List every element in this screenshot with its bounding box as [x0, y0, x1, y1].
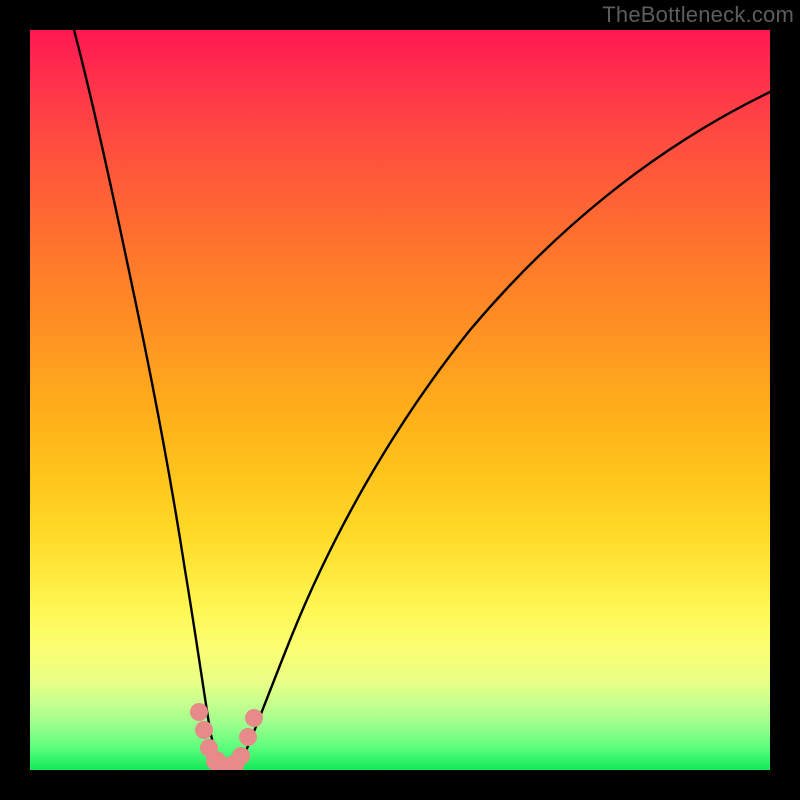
marker-group — [190, 703, 263, 770]
plot-area — [30, 30, 770, 770]
marker-dot — [195, 721, 213, 739]
marker-dot — [239, 728, 257, 746]
marker-dot — [232, 747, 250, 765]
chart-frame: TheBottleneck.com — [0, 0, 800, 800]
marker-dot — [245, 709, 263, 727]
watermark-text: TheBottleneck.com — [602, 2, 794, 28]
curve-svg — [30, 30, 770, 770]
bottleneck-curve — [74, 30, 770, 769]
marker-dot — [190, 703, 208, 721]
